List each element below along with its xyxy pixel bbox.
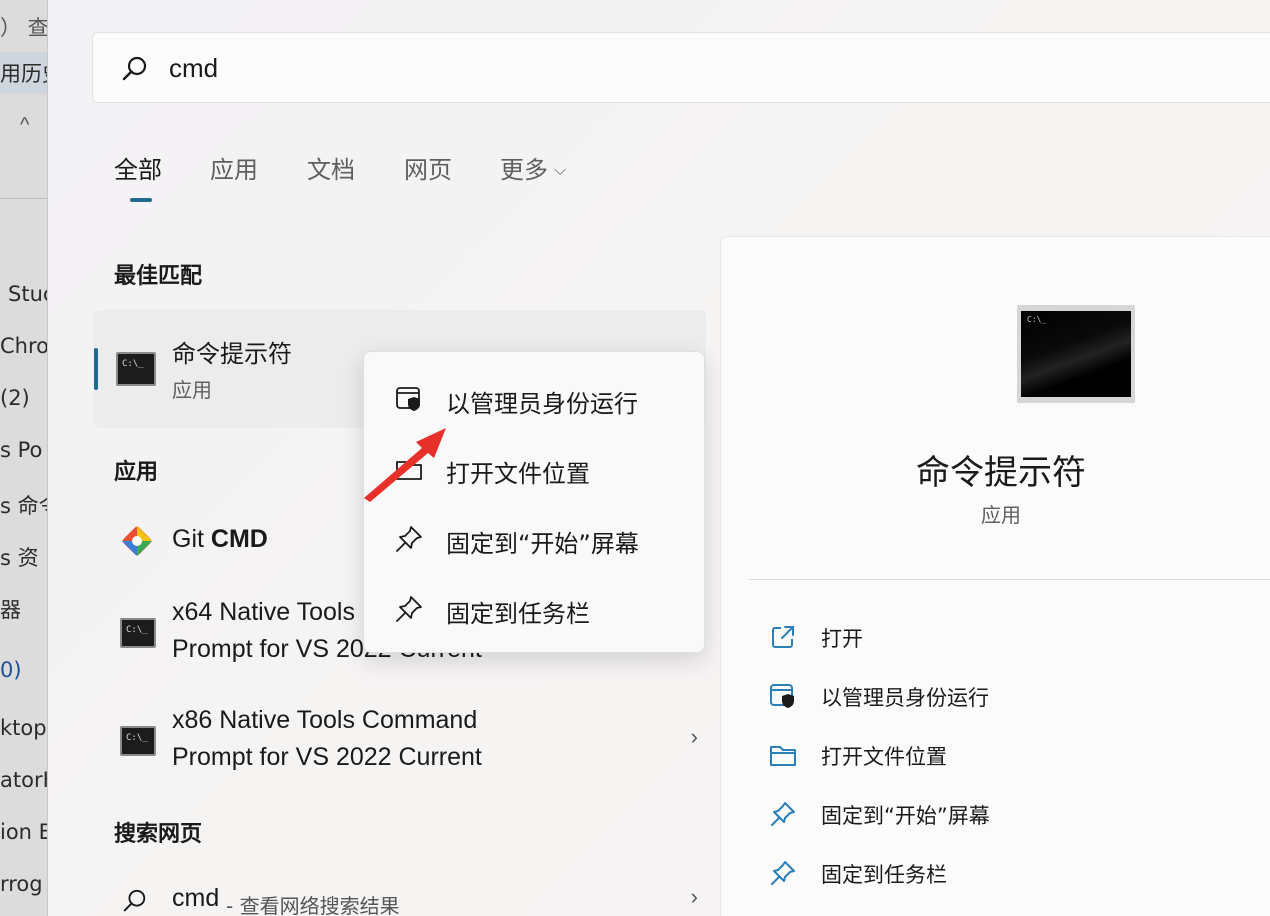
screen: ） 查 用历史 ^ Stuc Chro (2) s Po s 命令 s 资 器 … xyxy=(0,0,1270,916)
open-external-icon xyxy=(772,626,794,648)
action-label: 打开文件位置 xyxy=(821,745,947,769)
action-pin-to-start[interactable]: 固定到“开始”屏幕 xyxy=(769,792,1249,836)
tab-web[interactable]: 网页 xyxy=(404,150,452,185)
search-box[interactable] xyxy=(92,32,1270,103)
bg-fragment: s 资 xyxy=(0,546,39,570)
shield-icon xyxy=(396,387,420,411)
bg-fragment: Stuc xyxy=(8,282,47,306)
background-window-strip: ） 查 用历史 ^ Stuc Chro (2) s Po s 命令 s 资 器 … xyxy=(0,0,48,916)
bg-fragment: 器 xyxy=(0,598,21,622)
action-label: 打开 xyxy=(821,627,863,651)
pin-icon xyxy=(771,861,795,885)
git-icon xyxy=(122,526,152,556)
tab-more[interactable]: 更多 ⌵ xyxy=(500,150,566,185)
detail-subtitle: 应用 xyxy=(981,503,1021,527)
menu-item-pin-to-start[interactable]: 固定到“开始”屏幕 xyxy=(364,508,706,568)
web-query: cmd xyxy=(172,884,220,912)
menu-item-pin-to-taskbar[interactable]: 固定到任务栏 xyxy=(364,578,706,638)
detail-divider xyxy=(749,579,1270,580)
app-name-bold: CMD xyxy=(210,525,268,553)
cmd-screen: C:\_ xyxy=(1021,311,1131,397)
tab-label: 文档 xyxy=(307,156,355,184)
web-search-heading: 搜索网页 xyxy=(114,822,203,847)
bg-fragment: Chro xyxy=(0,334,48,358)
tab-label: 更多 xyxy=(500,156,548,184)
action-open-file-location[interactable]: 打开文件位置 xyxy=(769,733,1249,777)
bg-fragment: ktopS xyxy=(0,716,47,740)
action-open[interactable]: 打开 xyxy=(769,615,1249,659)
search-input[interactable] xyxy=(169,47,769,89)
apps-heading: 应用 xyxy=(114,460,159,485)
menu-item-label: 以管理员身份运行 xyxy=(446,390,638,418)
tab-label: 全部 xyxy=(114,156,162,184)
action-run-as-admin[interactable]: 以管理员身份运行 xyxy=(769,674,1249,718)
bg-fragment: s 命令 xyxy=(0,494,47,518)
bg-divider xyxy=(0,198,47,199)
chevron-down-icon: ⌵ xyxy=(554,160,567,179)
menu-item-label: 固定到“开始”屏幕 xyxy=(446,530,639,558)
cmd-icon: C:\_ xyxy=(120,726,156,756)
tab-label: 网页 xyxy=(404,156,452,184)
app-name: Git CMD xyxy=(172,521,268,558)
app-name-line1: x86 Native Tools Command xyxy=(172,706,478,734)
tab-all[interactable]: 全部 xyxy=(114,150,162,185)
cmd-icon: C:\_ xyxy=(120,618,156,648)
action-pin-to-taskbar[interactable]: 固定到任务栏 xyxy=(769,851,1249,895)
search-icon xyxy=(122,56,147,81)
folder-icon xyxy=(770,746,796,766)
pin-icon xyxy=(396,526,422,552)
menu-item-label: 固定到任务栏 xyxy=(446,600,590,628)
detail-pane: C:\_ 命令提示符 应用 打开 以管理员身份运行 打开文件位置 固定到“开始”… xyxy=(720,236,1270,916)
cmd-icon: C:\_ xyxy=(116,352,156,386)
result-type: 应用 xyxy=(172,378,212,402)
bg-fragment: 0) xyxy=(0,658,22,682)
app-result-x86-native-tools[interactable]: C:\_ x86 Native Tools Command Prompt for… xyxy=(94,702,706,778)
app-name-prefix: Git xyxy=(172,525,211,553)
pin-icon xyxy=(771,802,795,826)
selection-accent xyxy=(94,348,98,390)
cmd-large-icon: C:\_ xyxy=(1017,305,1135,403)
bg-fragment: rrog xyxy=(0,872,43,896)
best-match-heading: 最佳匹配 xyxy=(114,264,203,289)
bg-fragment: 用历史 xyxy=(0,62,47,86)
menu-item-label: 打开文件位置 xyxy=(446,460,590,488)
chevron-up-icon: ^ xyxy=(20,114,30,136)
bg-fragment: ） 查 xyxy=(0,16,48,40)
pin-icon xyxy=(396,596,422,622)
tab-label: 应用 xyxy=(210,156,258,184)
action-label: 固定到“开始”屏幕 xyxy=(821,804,990,828)
action-label: 以管理员身份运行 xyxy=(821,686,989,710)
bg-fragment: s Po xyxy=(0,438,43,462)
tab-documents[interactable]: 文档 xyxy=(307,150,355,185)
action-label: 固定到任务栏 xyxy=(821,863,947,887)
search-icon xyxy=(123,889,146,912)
detail-title: 命令提示符 xyxy=(916,453,1086,493)
annotation-arrow-icon xyxy=(364,428,446,502)
tab-apps[interactable]: 应用 xyxy=(210,150,258,185)
active-tab-indicator xyxy=(130,198,152,202)
app-name-line2: Prompt for VS 2022 Current xyxy=(172,743,482,771)
shield-icon xyxy=(770,684,794,708)
bg-fragment: atorH xyxy=(0,768,47,792)
result-name: 命令提示符 xyxy=(172,340,292,368)
search-panel: 全部 应用 文档 网页 更多 ⌵ 最佳匹配 C:\_ 命令提示符 应用 应用 Gi… xyxy=(48,0,1270,916)
web-description: - 查看网络搜索结果 xyxy=(226,894,400,916)
chevron-right-icon[interactable]: › xyxy=(691,884,698,910)
chevron-right-icon[interactable]: › xyxy=(691,724,698,750)
bg-fragment: (2) xyxy=(0,386,30,410)
web-search-result[interactable]: cmd - 查看网络搜索结果 › xyxy=(94,880,706,916)
bg-fragment: ion E xyxy=(0,820,48,844)
